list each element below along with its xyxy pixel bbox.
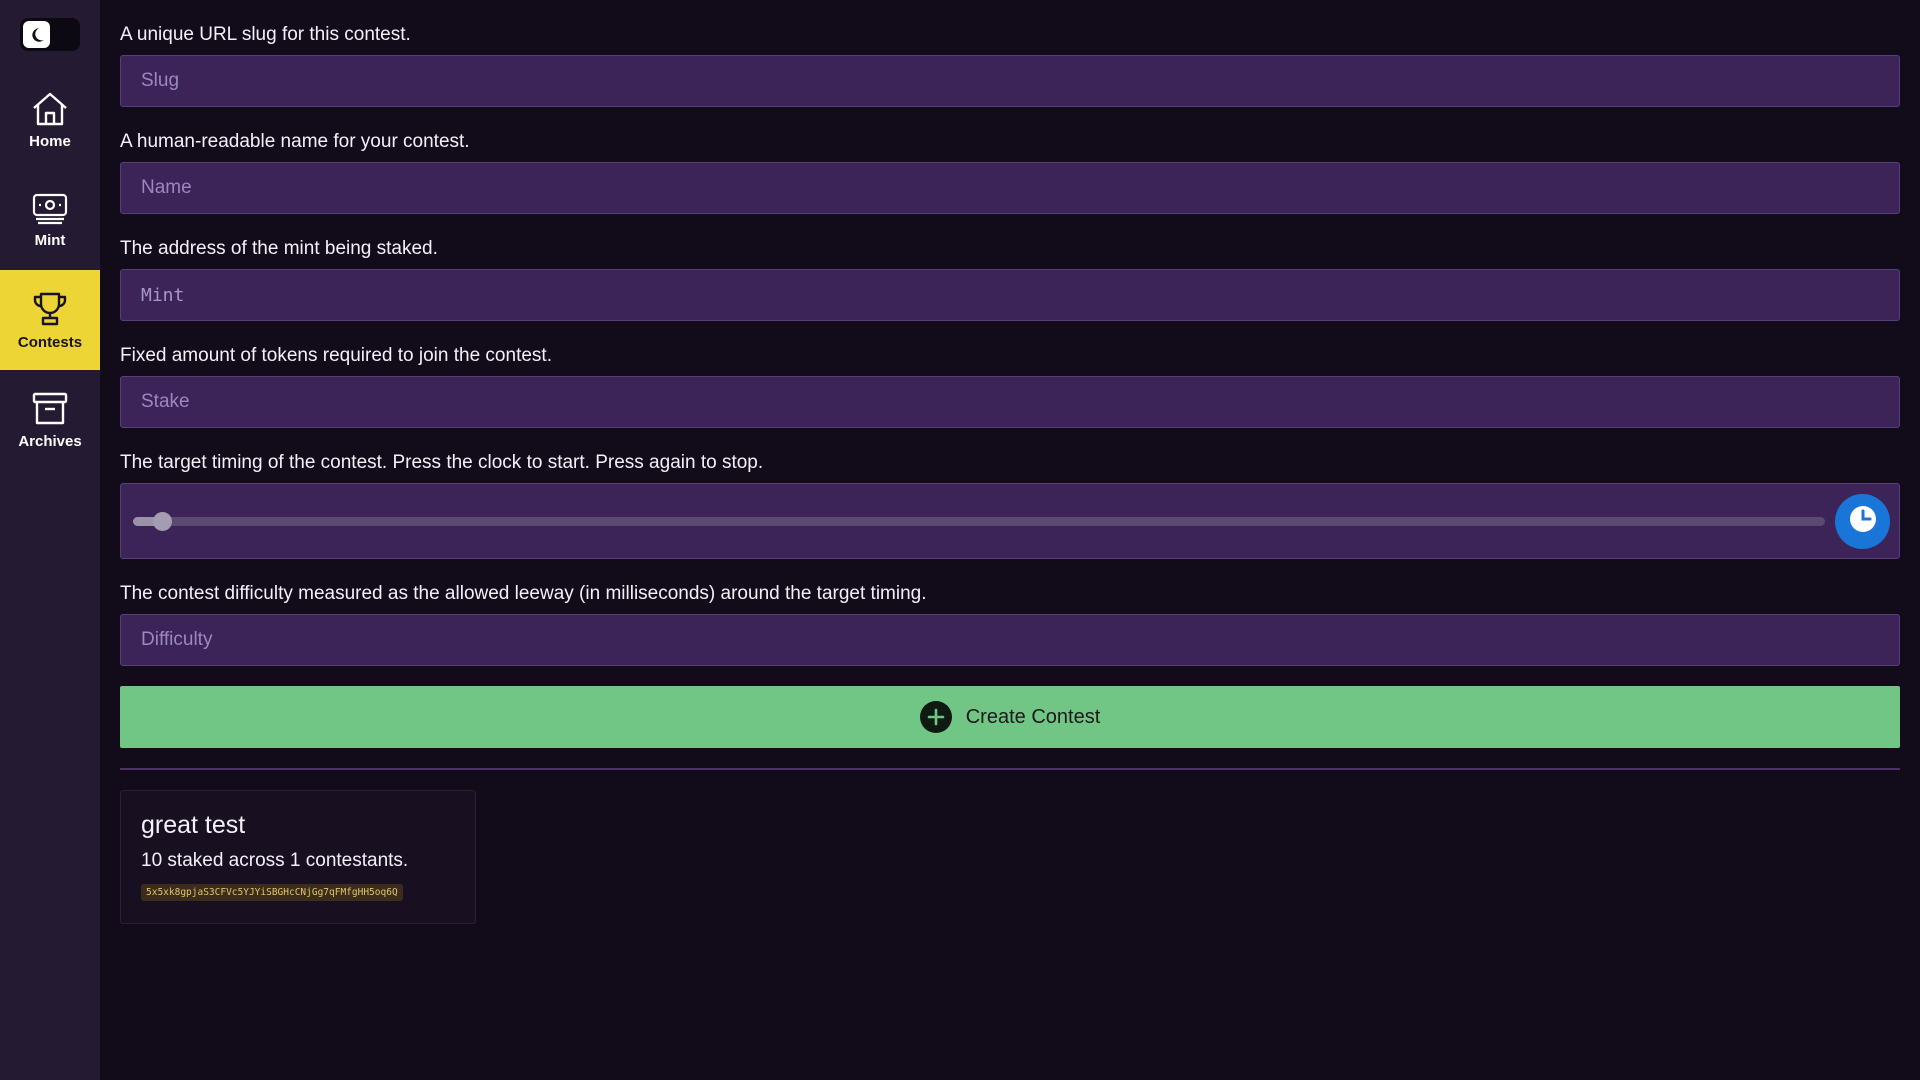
- difficulty-input[interactable]: [120, 614, 1900, 666]
- clock-button[interactable]: [1835, 494, 1890, 549]
- theme-toggle[interactable]: [20, 18, 80, 51]
- timing-label: The target timing of the contest. Press …: [120, 452, 764, 473]
- slug-label: A unique URL slug for this contest.: [120, 24, 411, 45]
- timing-control: [120, 483, 1900, 559]
- contest-description: 10 staked across 1 contestants.: [141, 850, 409, 871]
- sidebar-item-home[interactable]: Home: [0, 70, 100, 170]
- archive-icon: [31, 391, 69, 427]
- stake-label: Fixed amount of tokens required to join …: [120, 345, 552, 366]
- name-input[interactable]: [120, 162, 1900, 214]
- mint-input[interactable]: [120, 269, 1900, 321]
- home-icon: [31, 91, 69, 127]
- create-contest-label: Create Contest: [965, 705, 1101, 728]
- sidebar: Home Mint Contests Archives: [0, 0, 100, 1080]
- sidebar-item-archives[interactable]: Archives: [0, 370, 100, 470]
- moon-icon: [23, 21, 50, 48]
- contest-card[interactable]: great test 10 staked across 1 contestant…: [120, 790, 476, 924]
- slug-input[interactable]: [120, 55, 1900, 107]
- name-label: A human-readable name for your contest.: [120, 131, 470, 152]
- clock-icon: [1848, 504, 1878, 539]
- trophy-icon: [31, 290, 69, 328]
- contest-address: 5x5xk8gpjaS3CFVc5YJYiSBGHcCNjGg7qFMfgHH5…: [141, 884, 403, 901]
- sidebar-item-mint[interactable]: Mint: [0, 170, 100, 270]
- sidebar-item-label: Archives: [18, 432, 82, 450]
- divider: [120, 768, 1900, 770]
- difficulty-label: The contest difficulty measured as the a…: [120, 583, 927, 604]
- sidebar-item-contests[interactable]: Contests: [0, 270, 100, 370]
- sidebar-item-label: Contests: [17, 333, 83, 351]
- banknote-icon: [31, 192, 69, 226]
- contest-title: great test: [141, 811, 246, 839]
- timing-slider[interactable]: [133, 512, 1825, 531]
- mint-label: The address of the mint being staked.: [120, 238, 438, 259]
- stake-input[interactable]: [120, 376, 1900, 428]
- sidebar-item-label: Mint: [34, 231, 66, 249]
- create-contest-button[interactable]: Create Contest: [120, 686, 1900, 748]
- sidebar-item-label: Home: [29, 132, 71, 150]
- timing-slider-thumb[interactable]: [152, 512, 172, 531]
- plus-circle-icon: [919, 701, 952, 733]
